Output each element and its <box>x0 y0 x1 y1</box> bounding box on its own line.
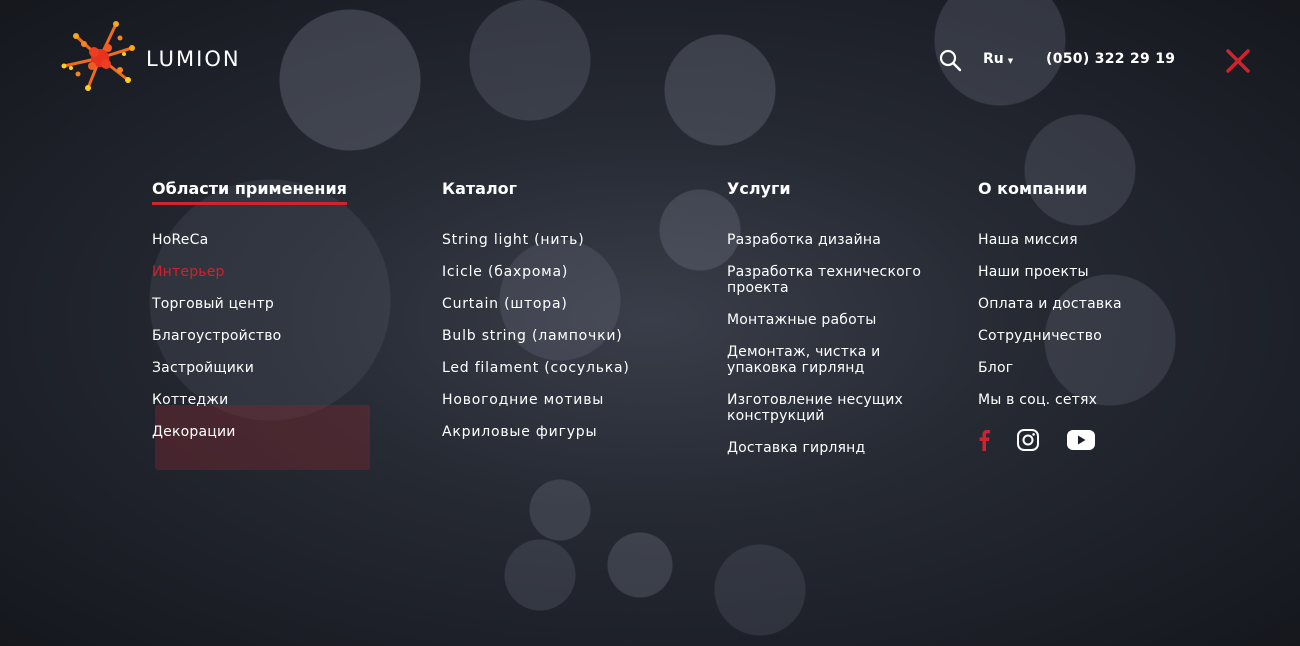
close-button[interactable] <box>1224 47 1252 75</box>
search-button[interactable] <box>938 48 962 72</box>
menu-list-catalog: String light (нить) Icicle (бахрома) Cur… <box>442 232 630 456</box>
phone-number[interactable]: (050) 322 29 19 <box>1046 51 1175 67</box>
menu-item[interactable]: Led filament (сосулька) <box>442 360 630 376</box>
menu-heading-services[interactable]: Услуги <box>727 178 791 203</box>
menu-heading-applications[interactable]: Области применения <box>152 178 347 205</box>
language-label: Ru <box>983 51 1004 67</box>
menu-item[interactable]: Оплата и доставка <box>978 296 1122 312</box>
social-label: Мы в соц. сетях <box>978 392 1098 408</box>
menu-item[interactable]: Разработка дизайна <box>727 232 947 248</box>
menu-item[interactable]: Блог <box>978 360 1122 376</box>
menu-item[interactable]: HoReCa <box>152 232 281 248</box>
menu-item[interactable]: Демонтаж, чистка и упаковка гирлянд <box>727 344 897 376</box>
search-icon <box>939 49 962 72</box>
menu-item[interactable]: Декорации <box>152 424 281 440</box>
menu-column-company: О компании Наша миссия Наши проекты Опла… <box>978 178 1122 408</box>
menu-heading-company[interactable]: О компании <box>978 178 1087 203</box>
close-icon <box>1226 49 1250 73</box>
social-links <box>978 428 1096 456</box>
menu-item[interactable]: Наши проекты <box>978 264 1122 280</box>
menu-item[interactable]: Застройщики <box>152 360 281 376</box>
menu-item[interactable]: Монтажные работы <box>727 312 947 328</box>
menu-item[interactable]: Icicle (бахрома) <box>442 264 630 280</box>
menu-item[interactable]: Изготовление несущих конструкций <box>727 392 917 424</box>
logo[interactable]: LUMION <box>58 18 239 94</box>
menu-list-applications: HoReCa Интерьер Торговый центр Благоустр… <box>152 232 281 456</box>
menu-list-services: Разработка дизайна Разработка техническо… <box>727 232 947 472</box>
menu-column-applications: Области применения HoReCa Интерьер Торго… <box>152 178 347 440</box>
facebook-link[interactable] <box>978 429 990 455</box>
logo-burst-icon <box>61 21 135 91</box>
menu-item[interactable]: Торговый центр <box>152 296 281 312</box>
instagram-link[interactable] <box>1016 428 1040 456</box>
menu-item[interactable]: Разработка технического проекта <box>727 264 932 296</box>
menu-item[interactable]: Доставка гирлянд <box>727 440 947 456</box>
menu-list-company: Наша миссия Наши проекты Оплата и достав… <box>978 232 1122 424</box>
logo-text: LUMION <box>146 47 241 71</box>
menu-item[interactable]: Наша миссия <box>978 232 1122 248</box>
language-selector[interactable]: Ru ▼ <box>983 51 1013 67</box>
menu-heading-catalog[interactable]: Каталог <box>442 178 517 203</box>
menu-item[interactable]: Благоустройство <box>152 328 281 344</box>
menu-item[interactable]: Акриловые фигуры <box>442 424 630 440</box>
instagram-icon <box>1017 429 1039 451</box>
youtube-icon <box>1067 430 1095 450</box>
facebook-icon <box>979 430 990 451</box>
caret-down-icon: ▼ <box>1007 56 1014 65</box>
menu-item[interactable]: String light (нить) <box>442 232 630 248</box>
header: LUMION Ru ▼ (050) 322 29 19 <box>0 0 1300 120</box>
menu-item[interactable]: Bulb string (лампочки) <box>442 328 630 344</box>
youtube-link[interactable] <box>1066 429 1096 455</box>
menu-item[interactable]: Новогодние мотивы <box>442 392 630 408</box>
menu-column-services: Услуги Разработка дизайна Разработка тех… <box>727 178 921 456</box>
menu-item[interactable]: Сотрудничество <box>978 328 1122 344</box>
menu-column-catalog: Каталог String light (нить) Icicle (бахр… <box>442 178 629 440</box>
menu-item-active[interactable]: Интерьер <box>152 264 281 280</box>
menu-item[interactable]: Curtain (штора) <box>442 296 630 312</box>
menu-item[interactable]: Коттеджи <box>152 392 281 408</box>
